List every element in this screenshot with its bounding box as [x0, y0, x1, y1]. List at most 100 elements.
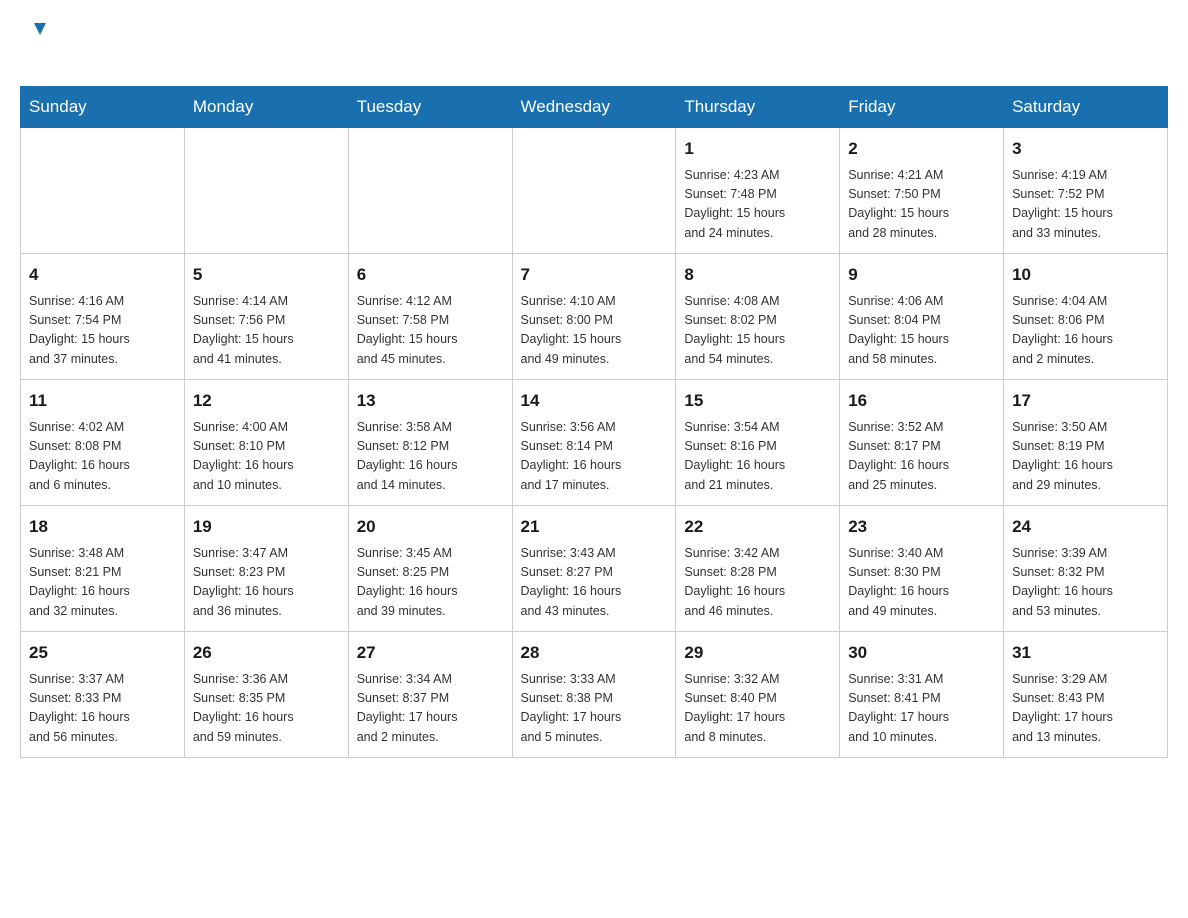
day-number: 27: [357, 640, 504, 666]
day-number: 20: [357, 514, 504, 540]
day-number: 28: [521, 640, 668, 666]
calendar-cell: 28 Sunrise: 3:33 AMSunset: 8:38 PMDayligh…: [512, 632, 676, 758]
calendar-cell: 19Sunrise: 3:47 AMSunset: 8:23 PMDayligh…: [184, 506, 348, 632]
day-info: Sunrise: 3:33 AMSunset: 8:38 PMDaylight:…: [521, 670, 668, 748]
header-sunday: Sunday: [21, 87, 185, 128]
day-info: Sunrise: 4:21 AMSunset: 7:50 PMDaylight:…: [848, 166, 995, 244]
day-info: Sunrise: 4:12 AMSunset: 7:58 PMDaylight:…: [357, 292, 504, 370]
calendar-cell: 25 Sunrise: 3:37 AMSunset: 8:33 PMDayligh…: [21, 632, 185, 758]
calendar-cell: 13 Sunrise: 3:58 AMSunset: 8:12 PMDayligh…: [348, 380, 512, 506]
calendar-week-1: 1 Sunrise: 4:23 AMSunset: 7:48 PMDaylight…: [21, 128, 1168, 254]
day-info: Sunrise: 3:32 AMSunset: 8:40 PMDaylight:…: [684, 670, 831, 748]
logo: [30, 20, 52, 66]
day-number: 19: [193, 514, 340, 540]
calendar-cell: [348, 128, 512, 254]
day-number: 12: [193, 388, 340, 414]
calendar-cell: 8 Sunrise: 4:08 AMSunset: 8:02 PMDaylight…: [676, 254, 840, 380]
day-info: Sunrise: 3:43 AMSunset: 8:27 PMDaylight:…: [521, 544, 668, 622]
calendar-cell: 9 Sunrise: 4:06 AMSunset: 8:04 PMDaylight…: [840, 254, 1004, 380]
day-number: 9: [848, 262, 995, 288]
day-number: 13: [357, 388, 504, 414]
calendar-cell: [184, 128, 348, 254]
header-tuesday: Tuesday: [348, 87, 512, 128]
calendar-week-2: 4 Sunrise: 4:16 AMSunset: 7:54 PMDaylight…: [21, 254, 1168, 380]
day-info: Sunrise: 3:34 AMSunset: 8:37 PMDaylight:…: [357, 670, 504, 748]
calendar-cell: 11Sunrise: 4:02 AMSunset: 8:08 PMDayligh…: [21, 380, 185, 506]
day-info: Sunrise: 4:16 AMSunset: 7:54 PMDaylight:…: [29, 292, 176, 370]
calendar-week-3: 11Sunrise: 4:02 AMSunset: 8:08 PMDayligh…: [21, 380, 1168, 506]
calendar-cell: 26 Sunrise: 3:36 AMSunset: 8:35 PMDayligh…: [184, 632, 348, 758]
day-number: 5: [193, 262, 340, 288]
calendar-cell: [21, 128, 185, 254]
day-info: Sunrise: 3:45 AMSunset: 8:25 PMDaylight:…: [357, 544, 504, 622]
calendar-cell: [512, 128, 676, 254]
day-info: Sunrise: 3:54 AMSunset: 8:16 PMDaylight:…: [684, 418, 831, 496]
calendar-cell: 7 Sunrise: 4:10 AMSunset: 8:00 PMDaylight…: [512, 254, 676, 380]
calendar-week-4: 18 Sunrise: 3:48 AMSunset: 8:21 PMDayligh…: [21, 506, 1168, 632]
day-number: 8: [684, 262, 831, 288]
day-number: 29: [684, 640, 831, 666]
day-info: Sunrise: 3:58 AMSunset: 8:12 PMDaylight:…: [357, 418, 504, 496]
calendar-cell: 1 Sunrise: 4:23 AMSunset: 7:48 PMDaylight…: [676, 128, 840, 254]
calendar-cell: 3 Sunrise: 4:19 AMSunset: 7:52 PMDaylight…: [1004, 128, 1168, 254]
day-number: 21: [521, 514, 668, 540]
day-number: 2: [848, 136, 995, 162]
calendar-cell: 6Sunrise: 4:12 AMSunset: 7:58 PMDaylight…: [348, 254, 512, 380]
calendar-cell: 27 Sunrise: 3:34 AMSunset: 8:37 PMDayligh…: [348, 632, 512, 758]
calendar-cell: 2 Sunrise: 4:21 AMSunset: 7:50 PMDaylight…: [840, 128, 1004, 254]
calendar-cell: 18 Sunrise: 3:48 AMSunset: 8:21 PMDayligh…: [21, 506, 185, 632]
day-number: 15: [684, 388, 831, 414]
day-number: 23: [848, 514, 995, 540]
header-wednesday: Wednesday: [512, 87, 676, 128]
calendar-cell: 23 Sunrise: 3:40 AMSunset: 8:30 PMDayligh…: [840, 506, 1004, 632]
header-friday: Friday: [840, 87, 1004, 128]
calendar-cell: 22Sunrise: 3:42 AMSunset: 8:28 PMDayligh…: [676, 506, 840, 632]
calendar-cell: 10Sunrise: 4:04 AMSunset: 8:06 PMDayligh…: [1004, 254, 1168, 380]
day-info: Sunrise: 3:37 AMSunset: 8:33 PMDaylight:…: [29, 670, 176, 748]
day-info: Sunrise: 3:29 AMSunset: 8:43 PMDaylight:…: [1012, 670, 1159, 748]
day-info: Sunrise: 3:40 AMSunset: 8:30 PMDaylight:…: [848, 544, 995, 622]
day-number: 16: [848, 388, 995, 414]
calendar-cell: 29 Sunrise: 3:32 AMSunset: 8:40 PMDayligh…: [676, 632, 840, 758]
day-info: Sunrise: 3:52 AMSunset: 8:17 PMDaylight:…: [848, 418, 995, 496]
day-number: 1: [684, 136, 831, 162]
header-row: Sunday Monday Tuesday Wednesday Thursday…: [21, 87, 1168, 128]
day-info: Sunrise: 3:56 AMSunset: 8:14 PMDaylight:…: [521, 418, 668, 496]
day-info: Sunrise: 3:36 AMSunset: 8:35 PMDaylight:…: [193, 670, 340, 748]
day-info: Sunrise: 3:50 AMSunset: 8:19 PMDaylight:…: [1012, 418, 1159, 496]
day-info: Sunrise: 4:06 AMSunset: 8:04 PMDaylight:…: [848, 292, 995, 370]
day-number: 30: [848, 640, 995, 666]
header-thursday: Thursday: [676, 87, 840, 128]
day-number: 3: [1012, 136, 1159, 162]
day-info: Sunrise: 4:10 AMSunset: 8:00 PMDaylight:…: [521, 292, 668, 370]
day-info: Sunrise: 4:04 AMSunset: 8:06 PMDaylight:…: [1012, 292, 1159, 370]
day-info: Sunrise: 4:14 AMSunset: 7:56 PMDaylight:…: [193, 292, 340, 370]
calendar-cell: 16 Sunrise: 3:52 AMSunset: 8:17 PMDayligh…: [840, 380, 1004, 506]
calendar-cell: 17Sunrise: 3:50 AMSunset: 8:19 PMDayligh…: [1004, 380, 1168, 506]
day-number: 4: [29, 262, 176, 288]
calendar-cell: 20 Sunrise: 3:45 AMSunset: 8:25 PMDayligh…: [348, 506, 512, 632]
calendar-cell: 15 Sunrise: 3:54 AMSunset: 8:16 PMDayligh…: [676, 380, 840, 506]
day-info: Sunrise: 3:39 AMSunset: 8:32 PMDaylight:…: [1012, 544, 1159, 622]
calendar-week-5: 25 Sunrise: 3:37 AMSunset: 8:33 PMDayligh…: [21, 632, 1168, 758]
day-number: 31: [1012, 640, 1159, 666]
day-info: Sunrise: 4:08 AMSunset: 8:02 PMDaylight:…: [684, 292, 831, 370]
day-info: Sunrise: 4:19 AMSunset: 7:52 PMDaylight:…: [1012, 166, 1159, 244]
calendar-cell: 21 Sunrise: 3:43 AMSunset: 8:27 PMDayligh…: [512, 506, 676, 632]
calendar-cell: 14 Sunrise: 3:56 AMSunset: 8:14 PMDayligh…: [512, 380, 676, 506]
header-monday: Monday: [184, 87, 348, 128]
header-saturday: Saturday: [1004, 87, 1168, 128]
logo-triangle-icon: [31, 20, 49, 38]
calendar-cell: 24Sunrise: 3:39 AMSunset: 8:32 PMDayligh…: [1004, 506, 1168, 632]
day-number: 26: [193, 640, 340, 666]
day-info: Sunrise: 3:48 AMSunset: 8:21 PMDaylight:…: [29, 544, 176, 622]
calendar-cell: 4 Sunrise: 4:16 AMSunset: 7:54 PMDaylight…: [21, 254, 185, 380]
day-number: 25: [29, 640, 176, 666]
day-info: Sunrise: 4:23 AMSunset: 7:48 PMDaylight:…: [684, 166, 831, 244]
day-number: 18: [29, 514, 176, 540]
day-info: Sunrise: 3:31 AMSunset: 8:41 PMDaylight:…: [848, 670, 995, 748]
calendar-cell: 31 Sunrise: 3:29 AMSunset: 8:43 PMDayligh…: [1004, 632, 1168, 758]
calendar-cell: 5 Sunrise: 4:14 AMSunset: 7:56 PMDaylight…: [184, 254, 348, 380]
day-number: 14: [521, 388, 668, 414]
day-number: 7: [521, 262, 668, 288]
